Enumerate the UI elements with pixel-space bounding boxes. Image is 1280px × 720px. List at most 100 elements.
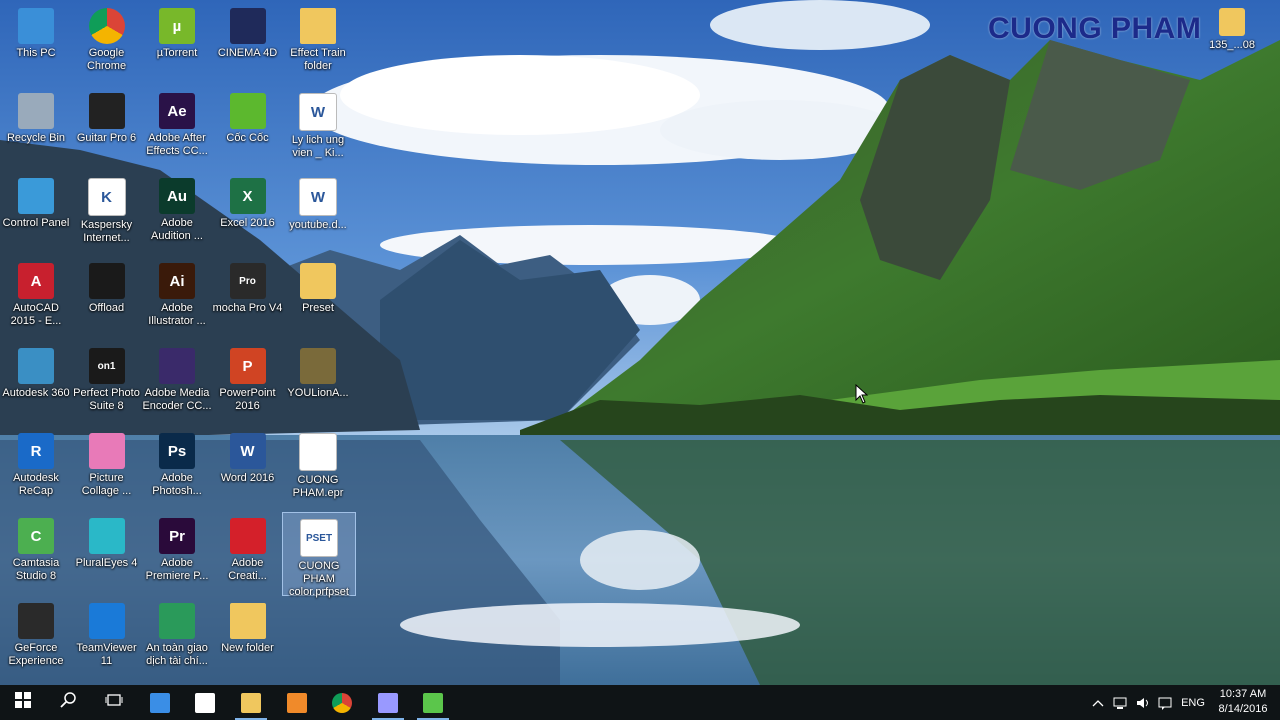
desktop-icon-perfect-photo-suite-8[interactable]: on1 Perfect Photo Suite 8 bbox=[71, 342, 143, 422]
store-icon bbox=[195, 692, 216, 713]
desktop-icon-youtube-d[interactable]: Wyoutube.d... bbox=[282, 172, 354, 252]
desktop-icon-label: Picture Collage ... bbox=[81, 472, 132, 497]
desktop-icon-pluraleyes-4[interactable]: PluralEyes 4 bbox=[71, 512, 143, 592]
desktop-icon-kaspersky-internet[interactable]: K Kaspersky Internet... bbox=[71, 172, 143, 252]
photoshop-icon: Ps bbox=[159, 433, 195, 469]
word-doc-icon: W bbox=[299, 93, 337, 131]
task-view-button[interactable] bbox=[92, 685, 136, 720]
mocha-icon: Pro bbox=[229, 263, 266, 299]
desktop-icon-excel-2016[interactable]: X Excel 2016 bbox=[212, 172, 284, 252]
desktop-icon-picture-collage[interactable]: Picture Collage ... bbox=[71, 427, 143, 507]
desktop-icon-effect-train-folder[interactable]: Effect Train folder bbox=[282, 2, 354, 82]
desktop-icon-control-panel[interactable]: Control Panel bbox=[0, 172, 72, 252]
desktop-icon-geforce-experience[interactable]: GeForce Experience bbox=[0, 597, 72, 677]
watermark-text: CUONG PHAM bbox=[988, 12, 1202, 45]
cinema4d-icon bbox=[229, 8, 266, 44]
search-button[interactable] bbox=[47, 685, 91, 720]
camtasia-icon: C bbox=[18, 518, 54, 554]
desktop-icon-new-folder[interactable]: New folder bbox=[212, 597, 284, 677]
desktop-icon-ly-lich-ung-vien-ki[interactable]: W Ly lich ung vien _ Ki... bbox=[282, 87, 354, 167]
desktop-icon-teamviewer-11[interactable]: TeamViewer 11 bbox=[71, 597, 143, 677]
powerpoint-icon: P bbox=[229, 348, 266, 384]
tray-volume-button[interactable] bbox=[1132, 685, 1154, 720]
desktop-icon-label: Excel 2016 bbox=[220, 217, 275, 229]
desktop-icon-guitar-pro-6[interactable]: Guitar Pro 6 bbox=[71, 87, 143, 167]
start-button[interactable] bbox=[1, 685, 45, 720]
desktop-icon-youliona[interactable]: YOULionA... bbox=[282, 342, 354, 422]
recycle-bin-icon bbox=[18, 93, 54, 129]
desktop-icon-label: CUONG PHAM color.prfpset bbox=[289, 560, 349, 598]
premiere-button[interactable] bbox=[366, 685, 410, 720]
camtasia-button[interactable] bbox=[411, 685, 455, 720]
desktop-icon-cuong-pham-color-prfpset[interactable]: PSET CUONG PHAM color.prfpset bbox=[282, 512, 356, 598]
file-explorer-button[interactable] bbox=[229, 685, 273, 720]
desktop-icon-preset[interactable]: Preset bbox=[282, 257, 354, 337]
taskbar-clock[interactable]: 10:37 AM 8/14/2016 bbox=[1212, 687, 1274, 717]
desktop-icon-recycle-bin[interactable]: Recycle Bin bbox=[0, 87, 72, 167]
camtasia-icon bbox=[423, 692, 444, 713]
desktop-icon-label: AutoCAD 2015 - E... bbox=[10, 302, 62, 327]
desktop-icon-folder-135[interactable]: 135_...08 bbox=[1196, 4, 1268, 84]
desktop-icon-adobe-creati[interactable]: Adobe Creati... bbox=[212, 512, 284, 592]
desktop-icon-label: Autodesk ReCap bbox=[13, 472, 59, 497]
desktop-icon-cinema-4d[interactable]: CINEMA 4D bbox=[212, 2, 284, 82]
audition-icon: Au bbox=[159, 178, 195, 214]
desktop-icon-adobe-media-encoder-cc[interactable]: Adobe Media Encoder CC... bbox=[141, 342, 213, 422]
edge-button[interactable] bbox=[138, 685, 182, 720]
desktop-icon-word-2016[interactable]: W Word 2016 bbox=[212, 427, 284, 507]
desktop-icon-camtasia-studio-8[interactable]: C Camtasia Studio 8 bbox=[0, 512, 72, 592]
network-icon bbox=[1113, 697, 1127, 709]
desktop-icon-label: mocha Pro V4 bbox=[212, 302, 283, 314]
desktop-icon-label: Adobe Audition ... bbox=[151, 217, 203, 242]
media-player-icon bbox=[286, 692, 307, 713]
recap-icon: R bbox=[18, 433, 54, 469]
clock-date: 8/14/2016 bbox=[1218, 703, 1268, 715]
desktop-icon-autodesk-recap[interactable]: R Autodesk ReCap bbox=[0, 427, 72, 507]
search-icon bbox=[59, 691, 78, 714]
desktop-icon-label: 135_...08 bbox=[1209, 39, 1255, 51]
creative-cloud-icon bbox=[229, 518, 266, 554]
image-file-icon bbox=[300, 348, 336, 384]
media-player-button[interactable] bbox=[275, 685, 319, 720]
desktop-icon-cuong-pham-epr[interactable]: CUONG PHAM.epr bbox=[282, 427, 354, 507]
desktop-icon-adobe-premiere-p[interactable]: Pr Adobe Premiere P... bbox=[141, 512, 213, 592]
store-button[interactable] bbox=[183, 685, 227, 720]
chrome-button[interactable] bbox=[320, 685, 364, 720]
desktop-icon-autodesk-360[interactable]: Autodesk 360 bbox=[0, 342, 72, 422]
desktop-icon-label: Kaspersky Internet... bbox=[80, 219, 133, 244]
desktop-icon-this-pc[interactable]: This PC bbox=[0, 2, 72, 82]
desktop-icon-adobe-after-effects-cc[interactable]: Ae Adobe After Effects CC... bbox=[141, 87, 213, 167]
coccoc-icon bbox=[229, 93, 266, 129]
desktop-icon-powerpoint-2016[interactable]: P PowerPoint 2016 bbox=[212, 342, 284, 422]
desktop-icon-adobe-audition[interactable]: Au Adobe Audition ... bbox=[141, 172, 213, 252]
volume-icon bbox=[1137, 697, 1148, 708]
desktop-icon-label: µTorrent bbox=[156, 47, 198, 59]
desktop-icon-an-to-n-giao-d-ch-t-i-ch[interactable]: An toàn giao dịch tài chí... bbox=[141, 597, 213, 677]
folder-icon bbox=[1219, 8, 1245, 36]
desktop-icon-google-chrome[interactable]: Google Chrome bbox=[71, 2, 143, 82]
autocad-icon: A bbox=[18, 263, 54, 299]
folder-icon bbox=[229, 603, 266, 639]
desktop-icon-torrent[interactable]: µ µTorrent bbox=[141, 2, 213, 82]
desktop-icon-label: Adobe Creati... bbox=[228, 557, 267, 582]
desktop-icon-label: New folder bbox=[221, 642, 274, 654]
tray-network-button[interactable] bbox=[1110, 685, 1132, 720]
desktop-icon-autocad-2015-e[interactable]: A AutoCAD 2015 - E... bbox=[0, 257, 72, 337]
desktop-icon-label: Effect Train folder bbox=[290, 47, 346, 72]
utorrent-icon: µ bbox=[159, 8, 195, 44]
desktop-icon-label: Adobe After Effects CC... bbox=[146, 132, 208, 157]
desktop-icon-adobe-illustrator[interactable]: Ai Adobe Illustrator ... bbox=[141, 257, 213, 337]
desktop-icon-mocha-pro-v4[interactable]: Pro mocha Pro V4 bbox=[212, 257, 284, 337]
tray-action-center-button[interactable] bbox=[1154, 685, 1176, 720]
desktop-icon-label: Perfect Photo Suite 8 bbox=[73, 387, 140, 412]
edge-icon bbox=[149, 692, 170, 713]
tray-overflow-button[interactable] bbox=[1088, 685, 1108, 720]
desktop-icon-label: CUONG PHAM.epr bbox=[292, 474, 344, 499]
desktop-icon-adobe-photosh[interactable]: Ps Adobe Photosh... bbox=[141, 427, 213, 507]
desktop-icon-offload[interactable]: Offload bbox=[71, 257, 143, 337]
language-indicator[interactable]: ENG bbox=[1176, 685, 1210, 720]
desktop-icon-c-c-c-c[interactable]: Cốc Cốc bbox=[212, 87, 284, 167]
chrome-icon bbox=[332, 692, 353, 713]
offload-icon bbox=[88, 263, 125, 299]
kaspersky-safe-money-icon bbox=[159, 603, 195, 639]
